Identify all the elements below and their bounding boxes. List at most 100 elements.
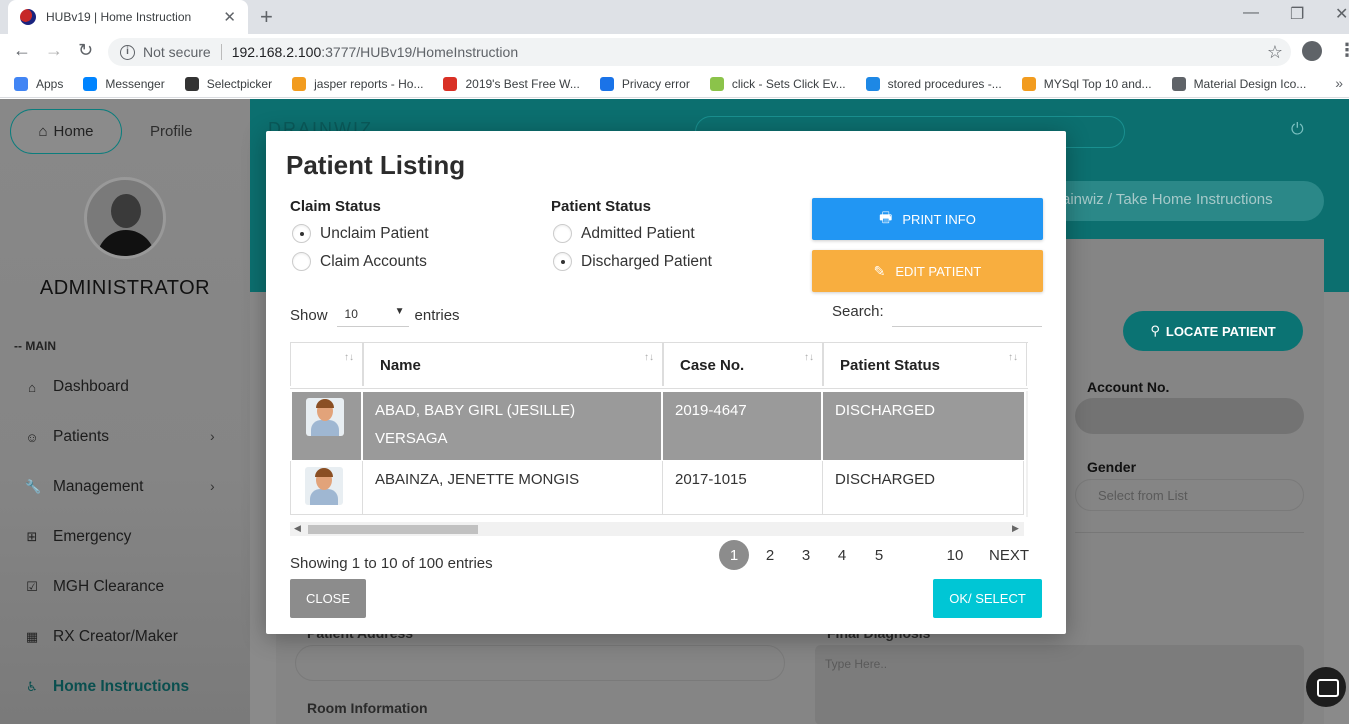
bookmark-item[interactable]: jasper reports - Ho... [292,76,423,91]
print-info-button[interactable]: 🖶 PRINT INFO [812,198,1043,240]
sidebar-item-mgh-clearance[interactable]: ☑ MGH Clearance [25,576,164,598]
bookmark-item[interactable]: 2019's Best Free W... [443,76,580,91]
entries-select[interactable]: 10 ▼ [336,303,409,327]
url-host: 192.168.2.100 [231,44,322,60]
patient-avatar-icon [306,398,344,436]
address-bar[interactable]: i Not secure 192.168.2.100 :3777/HUBv19/… [108,38,1291,66]
chevron-right-icon[interactable]: › [210,478,215,494]
new-tab-icon[interactable]: + [260,4,273,30]
forward-icon[interactable]: → [45,40,63,61]
radio-unchecked-icon[interactable] [292,252,311,271]
ok-select-button[interactable]: OK/ SELECT [933,579,1042,618]
sort-icon: ↑↓ [344,352,354,363]
sidebar-item-dashboard[interactable]: ⌂ Dashboard [25,376,129,398]
show-label: Show [290,306,328,324]
sidebar-item-management[interactable]: 🔧 Management [25,476,143,498]
sidebar-section-label: -- MAIN [14,339,56,353]
radio-checked-icon[interactable] [292,224,311,243]
window-close-icon[interactable]: ✕ [1335,4,1348,24]
bookmark-item[interactable]: stored procedures -... [865,76,1002,91]
next-page-button[interactable]: NEXT [984,540,1034,570]
patient-address-field[interactable] [295,645,785,681]
column-header-name[interactable]: Name ↑↓ [363,343,663,386]
radio-admitted-patient[interactable]: Admitted Patient [553,224,695,243]
bookmark-label: Selectpicker [206,76,273,91]
bookmark-item[interactable]: MYSql Top 10 and... [1021,76,1152,91]
locate-patient-button[interactable]: ⚲ LOCATE PATIENT [1123,311,1303,351]
tab-title: HUBv19 | Home Instruction [46,10,192,24]
bookmark-item[interactable]: Messenger [83,76,165,91]
restore-icon[interactable]: ❐ [1290,4,1304,24]
patient-table: ↑↓ Name ↑↓ Case No. ↑↓ Patient Status ↑↓… [290,342,1028,538]
bookmark-item[interactable]: Material Design Ico... [1171,76,1306,91]
final-diagnosis-textarea[interactable]: Type Here.. [815,645,1304,724]
sidebar-item-emergency[interactable]: ⊞ Emergency [25,526,132,548]
tab-close-icon[interactable]: ✕ [223,8,236,26]
sidebar-item-patients[interactable]: ☺ Patients [25,426,109,448]
scroll-left-icon[interactable]: ◀ [294,523,301,534]
info-icon[interactable]: i [120,44,135,60]
page-button-4[interactable]: 4 [827,540,857,570]
sidebar-item-label: RX Creator/Maker [53,628,178,645]
column-header-patient-status[interactable]: Patient Status ↑↓ [823,343,1027,386]
caret-down-icon: ▼ [394,306,405,317]
bookmark-item[interactable]: click - Sets Click Ev... [709,76,846,91]
entries-value: 10 [344,307,358,321]
search-input[interactable] [892,301,1042,327]
column-header-case-no[interactable]: Case No. ↑↓ [663,343,823,386]
radio-label: Discharged Patient [581,252,712,270]
scroll-right-icon[interactable]: ▶ [1012,523,1019,534]
scroll-thumb[interactable] [308,525,478,534]
horizontal-scrollbar[interactable]: ◀ ▶ [290,522,1024,536]
radio-checked-icon[interactable] [553,252,572,271]
radio-label: Unclaim Patient [320,224,429,242]
sidebar-item-rx-creator-maker[interactable]: ▦ RX Creator/Maker [25,626,178,648]
chat-icon[interactable] [1306,667,1346,707]
bookmark-favicon-icon [184,76,199,91]
bookmark-item[interactable]: Apps [14,76,63,91]
bookmark-favicon-icon [292,76,307,91]
pencil-icon: ✎ [873,262,886,279]
radio-unchecked-icon[interactable] [553,224,572,243]
bookmarks-overflow-icon[interactable]: » [1335,75,1343,91]
profile-avatar-icon[interactable] [1302,41,1322,61]
page-button-5[interactable]: 5 [864,540,894,570]
edit-patient-button[interactable]: ✎ EDIT PATIENT [812,250,1043,292]
account-no-field[interactable] [1075,398,1304,434]
radio-unclaim-patient[interactable]: Unclaim Patient [292,224,429,243]
page-button-10[interactable]: 10 [938,540,972,570]
bookmark-favicon-icon [599,76,614,91]
cell-case-no: 2019-4647 [663,392,821,460]
sidebar: ⌂ Home Profile ADMINISTRATOR -- MAIN ⌂ Da… [0,99,250,724]
bookmark-favicon-icon [1171,76,1186,91]
sidebar-item-home-instructions[interactable]: ♿ Home Instructions [25,676,189,698]
browser-tab[interactable]: HUBv19 | Home Instruction ✕ [8,0,248,34]
browser-toolbar: ← → ↻ i Not secure 192.168.2.100 :3777/H… [0,34,1349,70]
gender-select[interactable]: Select from List [1075,479,1304,511]
breadcrumb-text: ainwiz / Take Home Instructions [1062,191,1273,208]
sidebar-item-label: Patients [53,428,110,445]
reload-icon[interactable]: ↻ [78,40,93,61]
cell-name: ABAINZA, JENETTE MONGIS [363,461,663,515]
bookmark-item[interactable]: Privacy error [599,76,690,91]
page-button-1[interactable]: 1 [719,540,749,570]
minimize-icon[interactable]: — [1243,4,1259,22]
bookmark-item[interactable]: Selectpicker [184,76,273,91]
chevron-right-icon[interactable]: › [210,428,215,444]
bookmark-star-icon[interactable]: ☆ [1267,42,1283,63]
power-icon[interactable]: ⏻ [1291,121,1304,139]
sidebar-tab-home[interactable]: ⌂ Home [10,109,122,154]
table-row[interactable]: ABAD, BABY GIRL (JESILLE) VERSAGA 2019-4… [290,392,1024,460]
sidebar-tab-profile[interactable]: Profile [150,123,193,140]
vertical-scrollbar[interactable]: ▲ ▼ [1026,391,1028,517]
close-button[interactable]: CLOSE [290,579,366,618]
browser-menu-icon[interactable]: ⋮ [1338,40,1349,61]
table-row[interactable]: ABAINZA, JENETTE MONGIS 2017-1015 DISCHA… [290,461,1024,515]
patients-icon: ☺ [25,429,39,445]
page-button-2[interactable]: 2 [755,540,785,570]
column-header-photo[interactable]: ↑↓ [290,343,363,386]
radio-claim-accounts[interactable]: Claim Accounts [292,252,427,271]
back-icon[interactable]: ← [13,40,31,61]
page-button-3[interactable]: 3 [791,540,821,570]
radio-discharged-patient[interactable]: Discharged Patient [553,252,712,271]
